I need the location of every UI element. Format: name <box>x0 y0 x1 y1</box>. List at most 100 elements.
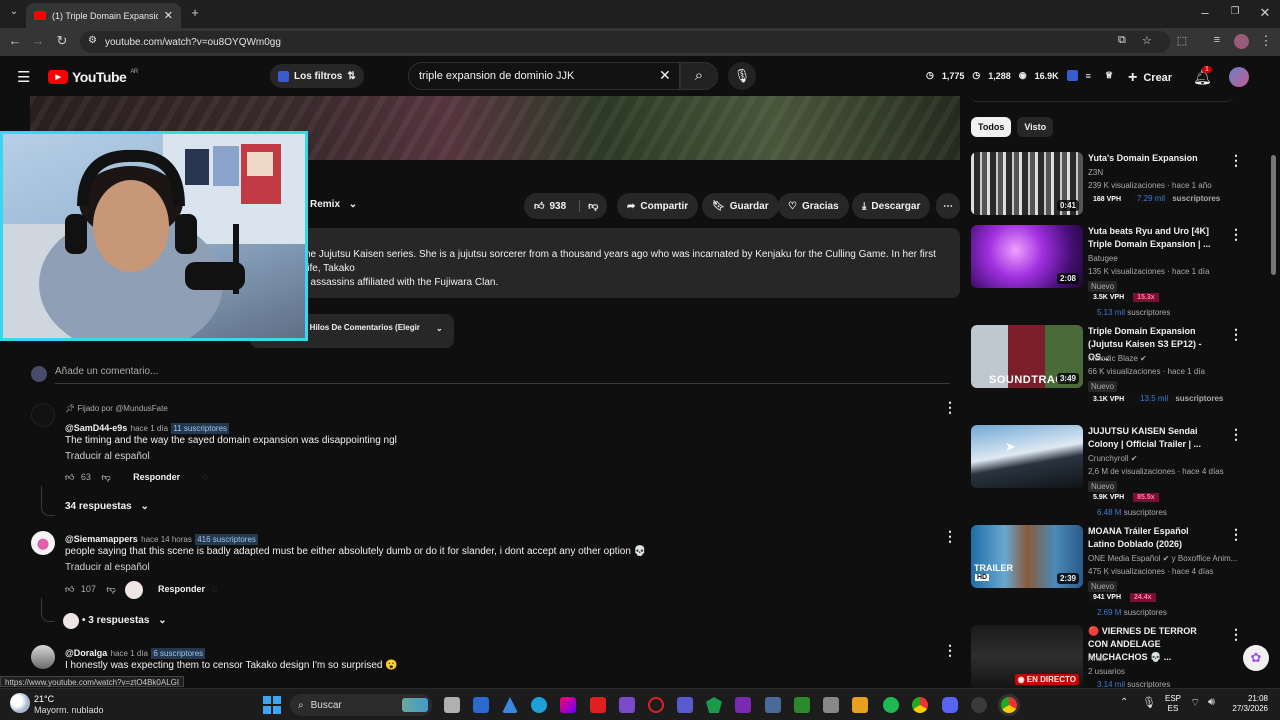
recommended-video[interactable]: ◉ EN DIRECTO 🔴 VIERNES DE TERROR CON AND… <box>971 625 1243 689</box>
app-icon[interactable] <box>852 697 868 713</box>
video-title[interactable]: Yuta's Domain Expansion <box>1088 152 1218 165</box>
language-indicator[interactable]: ESP ES <box>1165 694 1181 714</box>
tab-menu-icon[interactable]: ≡ <box>1208 34 1226 46</box>
video-menu-icon[interactable]: ⋮ <box>1229 526 1243 543</box>
recommended-video[interactable]: SOUNDTRACK 3:49 Triple Domain Expansion … <box>971 325 1243 404</box>
steam-icon[interactable] <box>971 697 987 713</box>
trophy-icon[interactable]: ♕ <box>1105 70 1113 81</box>
video-menu-icon[interactable]: ⋮ <box>1229 626 1243 643</box>
comment-author[interactable]: @SamD44-e9s <box>65 423 127 433</box>
thumbs-down-icon[interactable]: 👎︎ <box>106 584 115 594</box>
channel-name[interactable]: ONE Media Español <box>1088 554 1160 563</box>
channel-name[interactable]: Melodic Blaze <box>1088 354 1138 363</box>
comment-author[interactable]: @Siemamappers <box>65 534 138 544</box>
task-view-icon[interactable] <box>444 697 460 713</box>
microphone-tray-icon[interactable]: 🎙 <box>1142 696 1156 709</box>
discord-icon[interactable] <box>942 697 958 713</box>
video-menu-icon[interactable]: ⋮ <box>1229 152 1243 169</box>
tab-close-icon[interactable]: ✕ <box>164 9 173 22</box>
commenter-avatar[interactable] <box>31 645 55 669</box>
tab-search-icon[interactable]: ⌄ <box>5 6 23 17</box>
replies-toggle[interactable]: 34 respuestas ⌄ <box>65 501 149 512</box>
video-thumbnail[interactable]: ➤ <box>971 425 1083 488</box>
create-button[interactable]: + Crear <box>1128 69 1172 87</box>
translate-link[interactable]: Traducir al español <box>65 562 150 573</box>
forward-icon[interactable]: → <box>29 33 47 48</box>
thumbs-up-icon[interactable]: 👍︎ <box>65 472 74 482</box>
spotify-icon[interactable] <box>883 697 899 713</box>
wifi-icon[interactable]: ⌔ <box>1190 696 1200 710</box>
commenter-avatar[interactable] <box>31 403 55 427</box>
youtube-logo[interactable]: ▶ YouTube AR <box>48 69 138 85</box>
thumbs-up-icon[interactable]: 👍︎ <box>65 584 74 594</box>
windows-start-icon[interactable] <box>263 696 281 714</box>
browser-menu-icon[interactable]: ⋮ <box>1257 33 1275 49</box>
window-close-icon[interactable]: ✕ <box>1256 5 1274 21</box>
add-comment-input[interactable]: Añade un comentario... <box>55 366 950 384</box>
comment-menu-icon[interactable]: ⋮ <box>943 643 957 657</box>
install-icon[interactable]: ⧉ <box>1118 34 1126 47</box>
video-menu-icon[interactable]: ⋮ <box>1229 426 1243 443</box>
chip-watched[interactable]: Visto <box>1017 117 1054 137</box>
video-title[interactable]: Yuta beats Ryu and Uro [4K] Triple Domai… <box>1088 225 1218 251</box>
channel-name[interactable]: Crunchyroll <box>1088 454 1128 463</box>
video-title[interactable]: 🔴 VIERNES DE TERROR CON ANDELAGE MUCHACH… <box>1088 625 1218 664</box>
url-field[interactable]: ⚙ youtube.com/watch?v=ou8OYQWm0gg ⧉ ☆ <box>80 31 1170 53</box>
profile-avatar[interactable] <box>1234 34 1249 49</box>
chip-all[interactable]: Todos <box>971 117 1012 137</box>
recommended-video[interactable]: TRAILER HD 2:39 MOANA Tráiler Español La… <box>971 525 1243 617</box>
video-thumbnail[interactable]: 2:08 <box>971 225 1083 288</box>
teams-icon[interactable] <box>677 697 693 713</box>
comment-menu-icon[interactable]: ⋮ <box>943 400 957 414</box>
list-icon[interactable]: ≡ <box>1086 71 1091 81</box>
video-thumbnail[interactable]: TRAILER HD 2:39 <box>971 525 1083 588</box>
minimize-icon[interactable]: – <box>1196 5 1214 20</box>
reply-button[interactable]: Responder <box>133 472 180 482</box>
replies-toggle[interactable]: • 3 respuestas ⌄ <box>82 615 167 626</box>
recommended-video[interactable]: 2:08 Yuta beats Ryu and Uro [4K] Triple … <box>971 225 1243 317</box>
account-avatar[interactable] <box>1229 67 1249 87</box>
description-box[interactable]: he Jujutsu Kaisen series. She is a jujut… <box>250 228 960 298</box>
comment-author[interactable]: @Doralga <box>65 648 107 658</box>
weather-widget[interactable]: 21°C Mayorm. nublado <box>34 694 104 716</box>
extension-icon[interactable] <box>1066 70 1078 81</box>
youtube-app-icon[interactable] <box>590 697 606 713</box>
channel-name[interactable]: Ande <box>1088 654 1107 663</box>
weather-icon[interactable] <box>10 693 30 713</box>
channel-extra[interactable]: y Boxoffice Anim... <box>1172 554 1238 563</box>
tray-chevron-icon[interactable]: ⌃ <box>1120 697 1128 708</box>
channel-name[interactable]: Z3N <box>1088 168 1103 177</box>
opera-icon[interactable] <box>648 697 664 713</box>
video-menu-icon[interactable]: ⋮ <box>1229 326 1243 343</box>
new-tab-icon[interactable]: + <box>186 5 204 20</box>
translate-link[interactable]: Traducir al español <box>65 451 150 462</box>
reload-icon[interactable]: ↻ <box>53 33 71 49</box>
comment-menu-icon[interactable]: ⋮ <box>943 529 957 543</box>
search-input[interactable]: triple expansion de dominio JJK ✕ <box>408 62 680 90</box>
recommended-video[interactable]: ➤ JUJUTSU KAISEN Sendai Colony | Officia… <box>971 425 1243 517</box>
search-button[interactable]: ⌕ <box>680 62 718 90</box>
comment-time[interactable]: hace 1 día <box>131 424 168 433</box>
video-thumbnail[interactable]: ◉ EN DIRECTO <box>971 625 1083 688</box>
hamburger-menu-icon[interactable]: ☰ <box>17 68 30 86</box>
remix-button[interactable]: Remix ⌄ <box>310 199 357 210</box>
thumbs-down-icon[interactable]: 👎︎ <box>101 472 110 482</box>
mpc-icon[interactable] <box>619 697 635 713</box>
voice-search-button[interactable]: 🎙 <box>728 62 756 90</box>
chrome-active-icon[interactable] <box>1001 697 1017 713</box>
onenote-icon[interactable] <box>735 697 751 713</box>
volume-icon[interactable]: 🔊︎ <box>1208 696 1215 709</box>
page-scrollbar[interactable] <box>1271 155 1276 275</box>
emoji-reaction-icon[interactable]: ◌ <box>203 472 208 482</box>
emoji-reaction-icon[interactable]: ◌ <box>212 584 217 594</box>
video-thumbnail[interactable]: SOUNDTRACK 3:49 <box>971 325 1083 388</box>
thumbs-down-icon[interactable]: 👎︎ <box>579 200 598 212</box>
thumbs-up-icon[interactable]: 👍︎ <box>534 200 544 212</box>
browser-tab[interactable]: (1) Triple Domain Expansion ar ✕ <box>26 3 181 28</box>
site-info-icon[interactable]: ⚙ <box>88 35 97 46</box>
bookmark-star-icon[interactable]: ☆ <box>1142 34 1152 47</box>
save-button[interactable]: 🔖︎ Guardar <box>702 193 779 219</box>
shield-app-icon[interactable] <box>706 697 722 713</box>
reply-button[interactable]: Responder <box>158 584 205 594</box>
back-icon[interactable]: ← <box>6 33 24 48</box>
